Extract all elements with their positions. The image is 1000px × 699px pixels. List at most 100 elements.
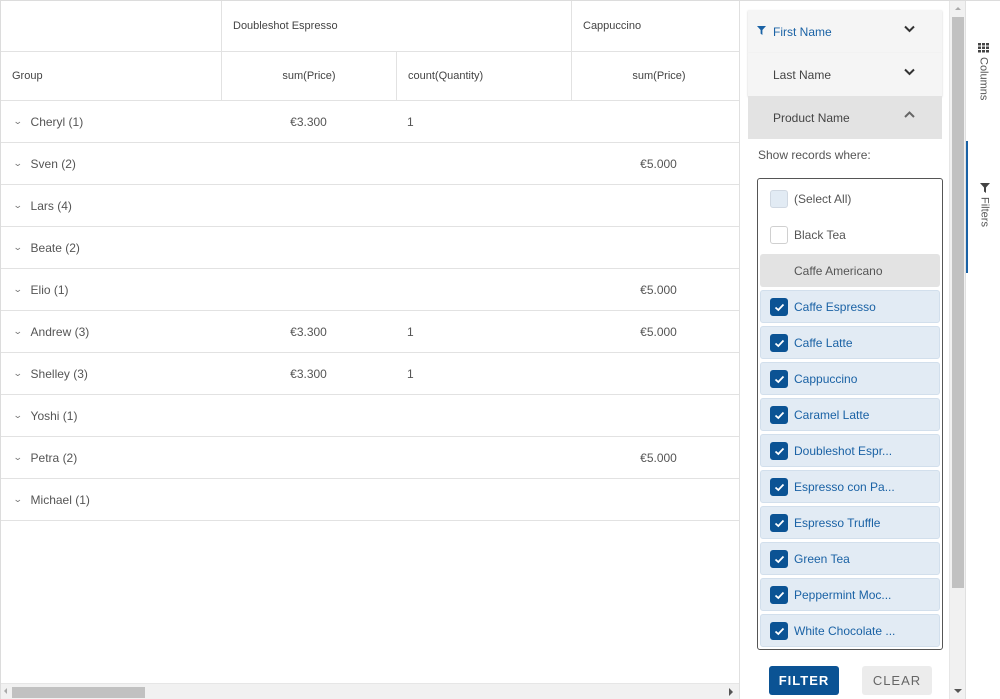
- header-group[interactable]: Group: [1, 52, 221, 100]
- option-label: Green Tea: [794, 551, 850, 566]
- filter-option[interactable]: White Chocolate ...: [760, 614, 940, 647]
- filter-accordion-last-name[interactable]: Last Name: [748, 53, 942, 96]
- group-label: Beate (2): [30, 240, 80, 255]
- chevron-down-icon[interactable]: ⌄: [13, 410, 23, 421]
- header-cappuccino-sum-price[interactable]: sum(Price): [571, 52, 739, 100]
- group-label: Shelley (3): [30, 366, 88, 381]
- scroll-right-arrow-icon[interactable]: [729, 688, 733, 696]
- filter-option[interactable]: Green Tea: [760, 542, 940, 575]
- vertical-scrollbar-thumb[interactable]: [952, 17, 964, 588]
- header-row-column-groups: Doubleshot Espresso Cappuccino: [1, 1, 739, 52]
- cell-cappuccino-sum: [571, 101, 739, 142]
- checkbox-checked[interactable]: [770, 477, 788, 496]
- header-espresso-count-quantity[interactable]: count(Quantity): [396, 52, 571, 100]
- cell-espresso-count: 1: [407, 324, 414, 339]
- filter-option[interactable]: Cappuccino: [760, 362, 940, 395]
- show-records-label: Show records where:: [758, 148, 871, 162]
- header-column-group-cappuccino[interactable]: Cappuccino: [571, 1, 739, 51]
- table-row[interactable]: ⌄ Yoshi (1): [1, 395, 739, 437]
- chevron-down-icon[interactable]: ⌄: [13, 284, 23, 295]
- filter-option[interactable]: Black Tea: [760, 218, 940, 251]
- horizontal-scrollbar[interactable]: [1, 683, 739, 699]
- checkbox-checked[interactable]: [770, 369, 788, 388]
- chevron-down-icon[interactable]: ⌄: [13, 158, 23, 169]
- header-espresso-sum-price[interactable]: sum(Price): [221, 52, 396, 100]
- table-row[interactable]: ⌄ Petra (2) €5.000: [1, 437, 739, 479]
- checkbox-checked[interactable]: [770, 297, 788, 316]
- option-label: Peppermint Moc...: [794, 587, 892, 602]
- checkbox-checked[interactable]: [770, 549, 788, 568]
- checkbox-checked[interactable]: [770, 585, 788, 604]
- table-row[interactable]: ⌄ Sven (2) €5.000: [1, 143, 739, 185]
- chevron-down-icon: [904, 68, 915, 76]
- cell-cappuccino-sum: €5.000: [640, 324, 677, 339]
- filter-option[interactable]: Espresso Truffle: [760, 506, 940, 539]
- cell-espresso-sum: €3.300: [290, 114, 327, 129]
- filter-option[interactable]: Caramel Latte: [760, 398, 940, 431]
- accordion-label: First Name: [773, 24, 832, 39]
- filter-option[interactable]: Caffe Latte: [760, 326, 940, 359]
- chevron-down-icon[interactable]: ⌄: [13, 200, 23, 211]
- funnel-icon: [757, 26, 766, 35]
- chevron-down-icon[interactable]: ⌄: [13, 326, 23, 337]
- checkbox-checked[interactable]: [770, 513, 788, 532]
- group-label: Petra (2): [30, 450, 78, 465]
- filter-accordion-product-name[interactable]: Product Name: [748, 96, 942, 139]
- cell-espresso-sum: [221, 143, 396, 184]
- table-row[interactable]: ⌄ Cheryl (1) €3.300 1: [1, 101, 739, 143]
- table-row[interactable]: ⌄ Beate (2): [1, 227, 739, 269]
- scroll-left-arrow-icon[interactable]: [4, 688, 7, 694]
- group-label: Sven (2): [30, 156, 76, 171]
- table-row[interactable]: ⌄ Andrew (3) €3.300 1 €5.000: [1, 311, 739, 353]
- grid-body: ⌄ Cheryl (1) €3.300 1 ⌄ Sven (2) €5.000 ⌄ Lars…: [1, 101, 739, 521]
- option-label: Caffe Espresso: [794, 299, 876, 314]
- chevron-up-icon: [904, 111, 915, 118]
- chevron-down-icon[interactable]: ⌄: [13, 116, 23, 127]
- filter-button[interactable]: FILTER: [769, 666, 839, 695]
- checkbox-checked[interactable]: [770, 405, 788, 424]
- table-row[interactable]: ⌄ Shelley (3) €3.300 1: [1, 353, 739, 395]
- filter-option[interactable]: Caffe Americano: [760, 254, 940, 287]
- group-label: Andrew (3): [30, 324, 90, 339]
- table-row[interactable]: ⌄ Michael (1): [1, 479, 739, 521]
- checkbox-checked[interactable]: [770, 333, 788, 352]
- cell-cappuccino-sum: €5.000: [640, 282, 677, 297]
- side-tab-filters[interactable]: Filters: [966, 141, 1000, 273]
- chevron-down-icon[interactable]: ⌄: [13, 242, 23, 253]
- filter-option[interactable]: Peppermint Moc...: [760, 578, 940, 611]
- cell-cappuccino-sum: [571, 479, 739, 520]
- checkbox-checked[interactable]: [770, 441, 788, 460]
- header-column-group-doubleshot-espresso[interactable]: Doubleshot Espresso: [221, 1, 571, 51]
- side-tab-columns[interactable]: Columns: [966, 43, 1000, 123]
- cell-cappuccino-sum: [571, 185, 739, 226]
- funnel-icon: [979, 183, 990, 193]
- table-row[interactable]: ⌄ Elio (1) €5.000: [1, 269, 739, 311]
- filter-option[interactable]: Espresso con Pa...: [760, 470, 940, 503]
- cell-espresso-sum: €3.300: [290, 324, 327, 339]
- cell-espresso-count: 1: [407, 114, 414, 129]
- checkbox-unchecked[interactable]: [770, 225, 788, 244]
- chevron-down-icon[interactable]: ⌄: [13, 368, 23, 379]
- chevron-down-icon[interactable]: ⌄: [13, 494, 23, 505]
- scroll-up-arrow-icon[interactable]: [955, 7, 961, 10]
- group-label: Elio (1): [30, 282, 69, 297]
- filter-accordion-first-name[interactable]: First Name: [748, 10, 942, 53]
- group-label: Cheryl (1): [30, 114, 84, 129]
- filter-option[interactable]: Doubleshot Espr...: [760, 434, 940, 467]
- panel-vertical-scrollbar[interactable]: [949, 1, 965, 699]
- checkbox-checked[interactable]: [770, 621, 788, 640]
- filter-option[interactable]: Caffe Espresso: [760, 290, 940, 323]
- data-grid: Doubleshot Espresso Cappuccino Group sum…: [1, 1, 739, 699]
- scroll-down-arrow-icon[interactable]: [954, 689, 962, 693]
- cell-espresso-sum: [221, 269, 396, 310]
- cell-cappuccino-sum: [571, 227, 739, 268]
- table-row[interactable]: ⌄ Lars (4): [1, 185, 739, 227]
- chevron-down-icon[interactable]: ⌄: [13, 452, 23, 463]
- cell-cappuccino-sum: €5.000: [640, 156, 677, 171]
- clear-button[interactable]: CLEAR: [862, 666, 932, 695]
- checkbox-partial[interactable]: [770, 189, 788, 208]
- horizontal-scrollbar-thumb[interactable]: [12, 687, 145, 698]
- filter-option-select-all[interactable]: (Select All): [760, 182, 940, 215]
- cell-espresso-count: 1: [407, 366, 414, 381]
- chevron-down-icon: [904, 25, 915, 33]
